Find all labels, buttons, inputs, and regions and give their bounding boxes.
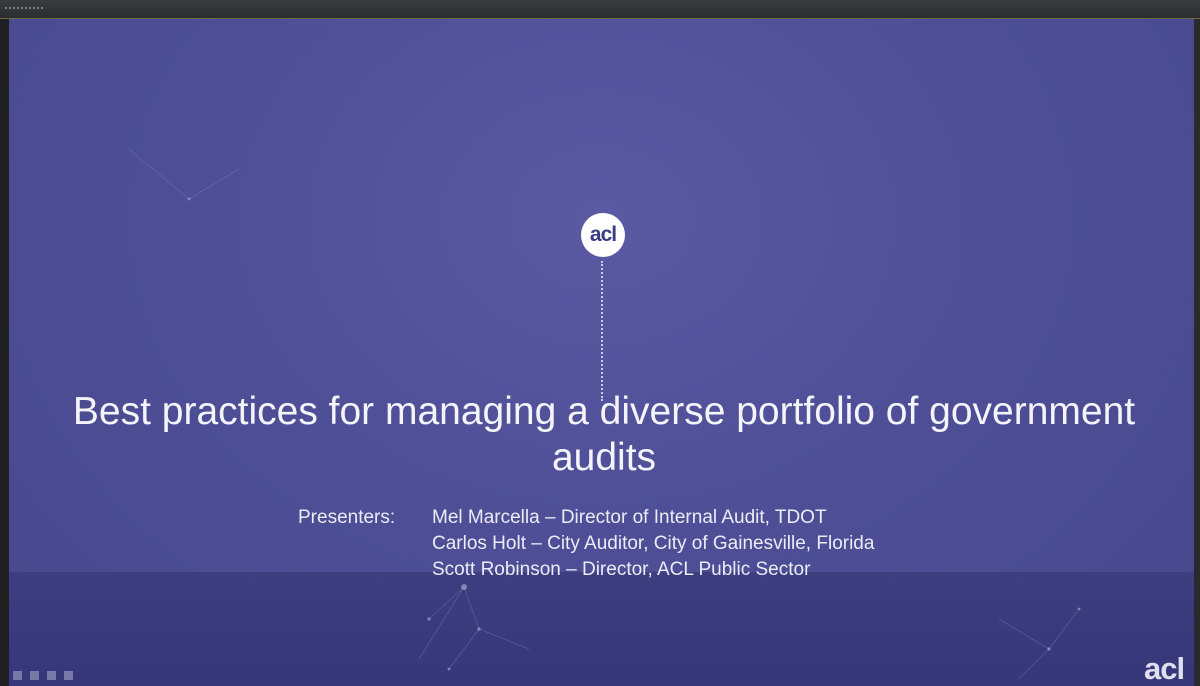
viewer-top-bar (0, 0, 1200, 19)
presenters-label: Presenters: (298, 507, 396, 528)
slide: acl Best practices for managing a divers… (9, 19, 1194, 686)
right-scroll-strip (1194, 19, 1200, 686)
pointer-icon[interactable] (13, 671, 22, 680)
corner-acl-logo: acl (1144, 651, 1185, 686)
presentation-viewer: acl Best practices for managing a divers… (0, 0, 1200, 686)
presenter-item: Scott Robinson – Director, ACL Public Se… (432, 559, 811, 580)
grip-dots-icon (4, 6, 44, 10)
slide-controls (13, 671, 73, 680)
pen-icon[interactable] (30, 671, 39, 680)
slide-title: Best practices for managing a diverse po… (72, 390, 1136, 479)
presenter-item: Carlos Holt – City Auditor, City of Gain… (432, 533, 875, 554)
slides-icon[interactable] (47, 671, 56, 680)
acl-logo-text: acl (589, 223, 617, 246)
acl-logo: acl (581, 213, 625, 257)
more-icon[interactable] (64, 671, 73, 680)
presenters-block: Presenters: Mel Marcella – Director of I… (298, 505, 874, 583)
dotted-connector (601, 261, 603, 401)
presenter-list: Mel Marcella – Director of Internal Audi… (432, 505, 874, 583)
presenter-item: Mel Marcella – Director of Internal Audi… (432, 507, 827, 528)
